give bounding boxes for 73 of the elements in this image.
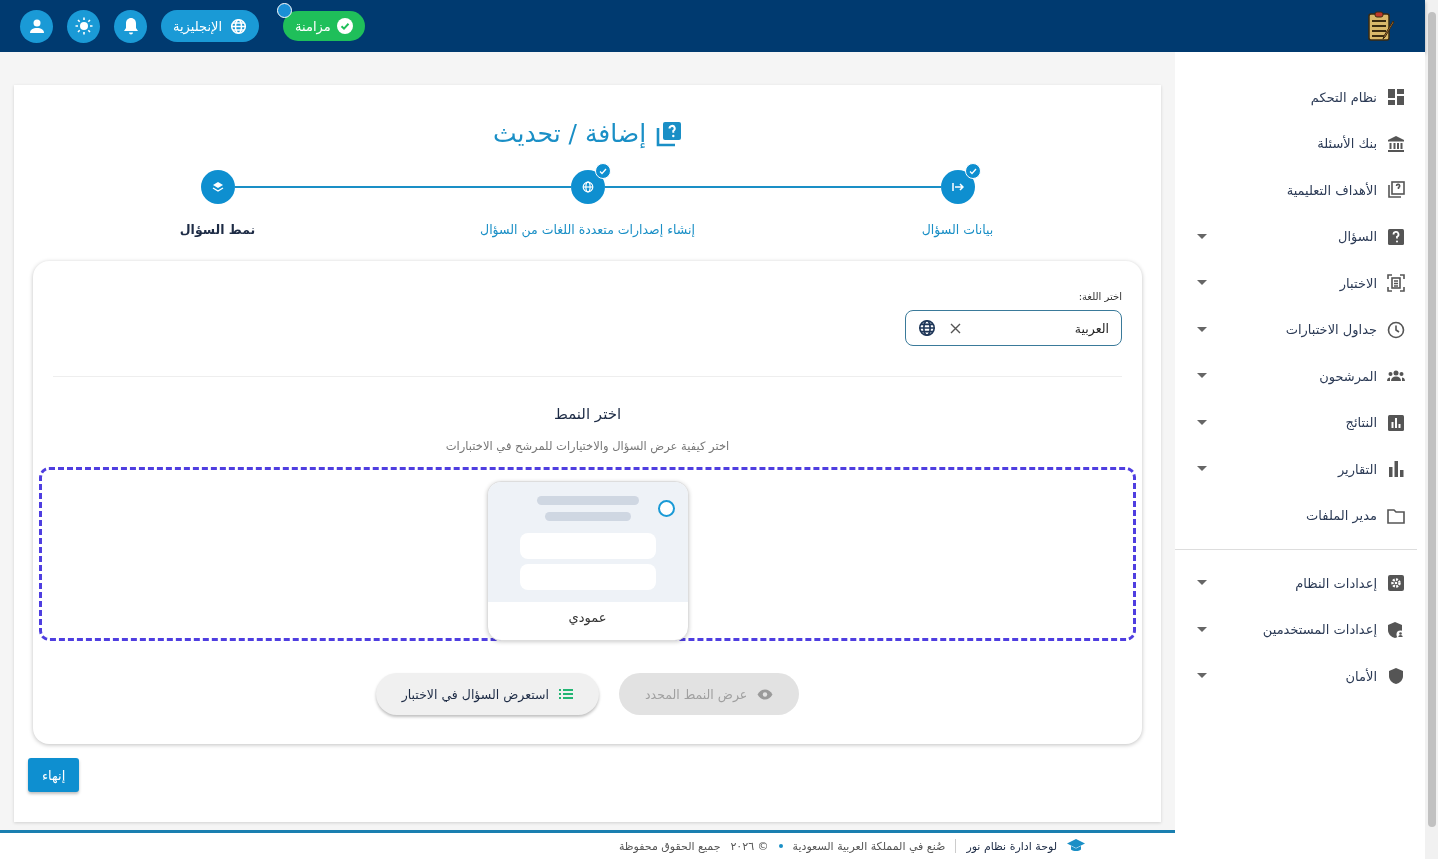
footer-text: جميع الحقوق محفوظة [618,839,721,853]
list-icon [559,689,573,699]
footer-brand: لوحة ادارة نظام نور [966,839,1057,853]
step-button[interactable] [570,170,605,204]
chart-icon [1387,413,1405,432]
document-frame-icon [1387,274,1405,293]
sidebar-item[interactable]: السؤال [1175,213,1425,260]
bar-chart-icon [1387,460,1405,479]
page-title: إضافة / تحديث [492,119,647,148]
style-option-card[interactable]: عمودي [486,481,689,641]
layers-icon [211,181,224,193]
arrow-icon [951,182,964,192]
caret-icon [1197,466,1207,473]
caret-icon [1197,233,1207,240]
close-icon[interactable] [950,322,961,334]
option-label: عمودي [567,610,608,625]
caret-icon [1197,373,1207,380]
field-label: اختر اللغة: [1078,291,1122,302]
footer-text: صُنع في المملكة العربية السعودية [792,839,946,853]
caret-icon [1197,280,1207,287]
sidebar-item[interactable]: الأمان [1175,653,1425,700]
exam-clipboard-icon [1365,10,1397,42]
copyright-year: © ٢٠٢٦ [730,839,769,853]
sidebar-item[interactable]: جداول الاختبارات [1175,306,1425,353]
sun-icon [74,17,93,35]
step-button[interactable] [200,170,235,204]
graduation-cap-icon [1067,839,1085,853]
step-label: بيانات السؤال [921,222,994,237]
sidebar-item[interactable]: بنك الأسئلة [1175,120,1425,167]
clock-icon [1387,320,1405,339]
step-label: إنشاء إصدارات متعددة اللغات من السؤال [480,222,695,237]
sidebar-item[interactable]: الأهداف التعليمية [1175,167,1425,214]
step-button[interactable] [940,170,975,204]
caret-icon [1197,626,1207,633]
scrollbar[interactable] [1425,0,1438,859]
preview-button[interactable]: استعرض السؤال في الاختبار [375,673,599,715]
sidebar-item[interactable]: إعدادات النظام [1175,560,1425,607]
sidebar-item[interactable]: نظام التحكم [1175,74,1425,121]
shield-icon [1387,667,1405,686]
finish-button[interactable]: إنهاء [28,758,80,792]
eye-icon [757,688,774,700]
sidebar-item[interactable]: مدير الملفات [1175,492,1425,539]
section-subtitle: اختر كيفية عرض السؤال والاختيارات للمرشح في الاختبارات [444,439,731,453]
caret-icon [1197,326,1207,333]
sidebar-item[interactable]: إعدادات المستخدمين [1175,606,1425,653]
gear-icon [1387,574,1405,593]
globe-icon [230,17,248,35]
globe-icon [918,319,936,337]
sidebar-item[interactable]: الاختبار [1175,260,1425,307]
theme-button[interactable] [67,9,100,43]
globe-icon [581,181,594,193]
sidebar-item[interactable]: التقارير [1175,446,1425,493]
user-button[interactable] [20,9,53,43]
copy-question-icon [656,120,683,147]
copy-question-icon [1387,181,1405,200]
language-select[interactable]: العربية [905,310,1122,346]
folder-icon [1387,506,1405,525]
step-label: نمط السؤال [179,222,256,237]
question-icon [1387,227,1405,246]
notification-dot [277,3,293,18]
dashboard-icon [1387,88,1405,107]
separator-dot [778,844,783,848]
caret-icon [1197,673,1207,680]
bank-icon [1387,134,1405,153]
caret-icon [1197,580,1207,587]
notification-button[interactable] [114,9,147,43]
bell-icon [122,17,139,35]
sidebar-item[interactable]: المرشحون [1175,353,1425,400]
user-icon [28,18,45,34]
section-title: اختر النمط [552,405,623,423]
shield-user-icon [1387,620,1405,639]
sidebar-item[interactable]: النتائج [1175,399,1425,446]
caret-icon [1197,419,1207,426]
